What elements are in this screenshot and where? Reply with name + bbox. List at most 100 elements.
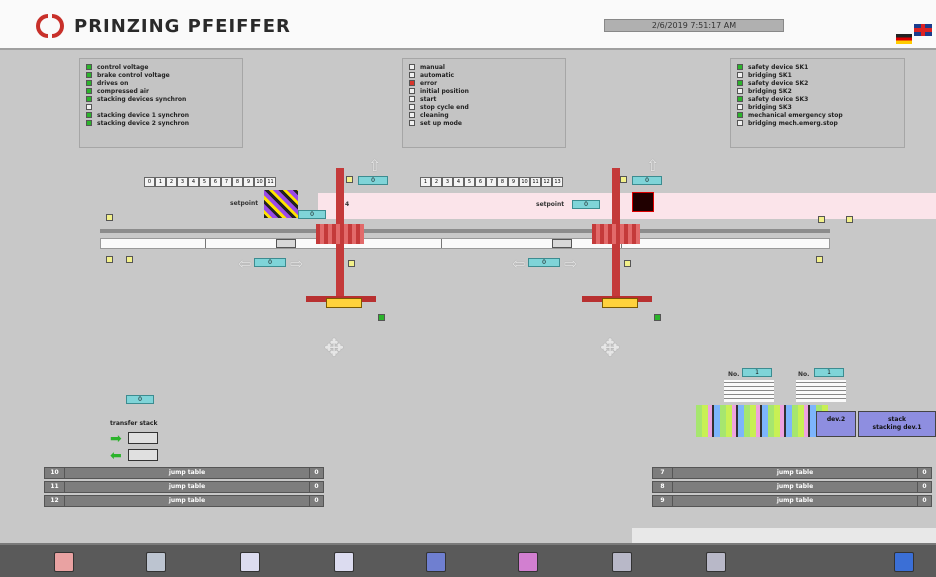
stack-no-value-1[interactable]: 1 (742, 368, 772, 377)
conveyor-slot-left (276, 239, 296, 248)
folder-icon[interactable] (894, 552, 914, 572)
status-label: cleaning (420, 111, 449, 119)
jump-table-row[interactable]: 7 jump table 0 (652, 467, 932, 479)
status-item: drives on (86, 79, 236, 87)
status-label: bridging mech.emerg.stop (748, 119, 838, 127)
status-led-icon (409, 80, 415, 86)
status-item: stacking devices synchron (86, 95, 236, 103)
transfer-left-arrow-icon[interactable]: ⬅ (110, 449, 124, 463)
counter-cell: 5 (199, 177, 210, 187)
arrow-up-right-icon[interactable]: ⇧ (646, 156, 659, 175)
status-led-icon (737, 120, 743, 126)
jump-table-row[interactable]: 8 jump table 0 (652, 481, 932, 493)
indicator-b3 (846, 216, 853, 223)
status-led-icon (86, 104, 92, 110)
position-counter-left: 0 1 2 3 4 5 6 7 8 9 10 11 (144, 177, 276, 187)
transfer-right-box[interactable] (128, 432, 158, 444)
header-bar: PRINZING PFEIFFER 2/6/2019 7:51:17 AM (0, 0, 936, 50)
indicator-d1 (378, 314, 385, 321)
machine-icon[interactable] (334, 552, 354, 572)
arrow-left-2-icon[interactable]: ⇦ (512, 254, 525, 273)
status-item: stacking device 1 synchron (86, 111, 236, 119)
status-led-icon (409, 96, 415, 102)
transfer-left-box[interactable] (128, 449, 158, 461)
status-led-icon (409, 72, 415, 78)
stack-no-value-2[interactable]: 1 (814, 368, 844, 377)
settings-icon[interactable] (706, 552, 726, 572)
status-item: stop cycle end (409, 103, 559, 111)
transfer-value[interactable]: 0 (126, 395, 154, 404)
status-item: compressed air (86, 87, 236, 95)
position-counter-right: 1 2 3 4 5 6 7 8 9 10 11 12 13 (420, 177, 563, 187)
jog-cross-right-icon[interactable]: ✥ (600, 334, 620, 362)
jump-row-number: 7 (653, 468, 673, 478)
status-led-icon (409, 120, 415, 126)
stack-pile-1 (724, 380, 774, 402)
status-item: safety device SK3 (737, 95, 898, 103)
language-en-flag-icon[interactable] (914, 24, 932, 36)
status-led-icon (409, 112, 415, 118)
jump-table-row[interactable]: 11 jump table 0 (44, 481, 324, 493)
status-item: bridging SK1 (737, 71, 898, 79)
book-icon[interactable] (54, 552, 74, 572)
display-icon[interactable] (518, 552, 538, 572)
status-led-icon (409, 64, 415, 70)
joystick-icon[interactable] (426, 552, 446, 572)
arrow-up-left-icon[interactable]: ⇧ (368, 156, 381, 175)
status-led-icon (737, 104, 743, 110)
jump-table-row[interactable]: 12 jump table 0 (44, 495, 324, 507)
indicator-a3 (126, 256, 133, 263)
status-panel-safety: safety device SK1 bridging SK1 safety devi… (730, 58, 905, 148)
status-item: set up mode (409, 119, 559, 127)
mid-value-right[interactable]: 0 (528, 258, 560, 267)
clipboard-icon[interactable] (146, 552, 166, 572)
part-left-colored (264, 190, 298, 218)
language-de-flag-icon[interactable] (896, 34, 912, 44)
stack-no-label-1: No. (728, 371, 740, 378)
status-led-icon (86, 120, 92, 126)
counter-cell: 12 (541, 177, 552, 187)
status-led-icon (86, 96, 92, 102)
status-item: error (409, 79, 559, 87)
status-item: bridging SK3 (737, 103, 898, 111)
status-label: bridging SK3 (748, 103, 792, 111)
jump-row-value: 0 (917, 468, 931, 478)
stack-label-dev2: dev.2 (816, 411, 856, 437)
upper-rail (100, 229, 830, 233)
jump-table-left: 10 jump table 0 11 jump table 0 12 jump table 0 (44, 467, 324, 509)
status-label: compressed air (97, 87, 149, 95)
jog-cross-left-icon[interactable]: ✥ (324, 334, 344, 362)
transfer-right-arrow-icon[interactable]: ➡ (110, 432, 124, 446)
status-led-icon (737, 112, 743, 118)
counter-cell: 11 (530, 177, 541, 187)
conveyor-belt (100, 238, 830, 249)
tool-icon[interactable] (612, 552, 632, 572)
arrow-right-2-icon[interactable]: ⇨ (564, 254, 577, 273)
counter-cell: 7 (486, 177, 497, 187)
mid-value-left[interactable]: 0 (254, 258, 286, 267)
status-label: set up mode (420, 119, 462, 127)
logo-mark-icon (36, 14, 66, 38)
setpoint-label-right: setpoint (536, 201, 565, 208)
arrow-left-1-icon[interactable]: ⇦ (238, 254, 251, 273)
status-label: stacking device 1 synchron (97, 111, 189, 119)
indicator-b1 (816, 256, 823, 263)
indicator-e1 (620, 176, 627, 183)
status-item: start (409, 95, 559, 103)
jump-table-row[interactable]: 10 jump table 0 (44, 467, 324, 479)
indicator-d2 (654, 314, 661, 321)
status-label: manual (420, 63, 445, 71)
counter-cell: 13 (552, 177, 563, 187)
jump-table-row[interactable]: 9 jump table 0 (652, 495, 932, 507)
status-item: brake control voltage (86, 71, 236, 79)
counter-cell: 3 (442, 177, 453, 187)
counter-cell: 6 (475, 177, 486, 187)
status-label: control voltage (97, 63, 149, 71)
status-led-icon (737, 72, 743, 78)
counter-cell: 4 (188, 177, 199, 187)
jump-row-value: 0 (917, 496, 931, 506)
chart-icon[interactable] (240, 552, 260, 572)
indicator-c2 (624, 260, 631, 267)
counter-cell: 9 (508, 177, 519, 187)
arrow-right-1-icon[interactable]: ⇨ (290, 254, 303, 273)
